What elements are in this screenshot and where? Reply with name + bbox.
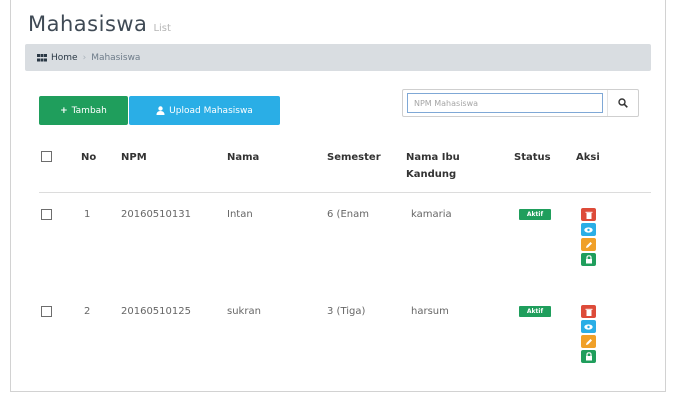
add-button-label: Tambah [71,105,107,116]
col-header-semester: Semester [327,152,381,163]
select-all-checkbox[interactable] [41,151,52,162]
dashboard-grid-icon [37,53,47,61]
cell-nama: Intan [227,209,253,220]
breadcrumb-home-link[interactable]: Home [51,53,78,63]
search-icon [618,98,628,108]
cell-semester: 3 (Tiga) [327,306,366,317]
col-header-nama: Nama [227,152,260,163]
view-button[interactable] [581,320,596,333]
add-button[interactable]: + Tambah [39,96,128,125]
delete-button[interactable] [581,305,596,318]
col-header-aksi: Aksi [576,152,600,163]
search-button[interactable] [607,90,638,116]
delete-button[interactable] [581,208,596,221]
col-header-npm: NPM [121,152,147,163]
row-checkbox[interactable] [41,306,52,317]
lock-icon [585,255,592,264]
eye-icon [584,226,593,233]
eye-icon [584,323,593,330]
status-badge: Aktif [519,209,551,220]
search-input[interactable] [407,93,603,113]
upload-button-label: Upload Mahasiswa [169,105,253,116]
col-header-no: No [81,152,97,163]
col-header-status: Status [514,152,551,163]
plus-icon: + [60,105,68,116]
content-frame: Mahasiswa List Home › Mahasiswa + Tambah … [10,0,666,392]
edit-icon [585,241,592,248]
cell-npm: 20160510125 [121,306,191,317]
cell-nama: sukran [227,306,261,317]
cell-nama-ibu: kamaria [411,209,452,220]
search-box [402,89,639,117]
trash-icon [585,211,592,219]
col-header-kandung: Kandung [406,169,457,180]
edit-button[interactable] [581,335,596,348]
user-upload-icon [156,106,165,115]
header-divider [39,192,651,193]
breadcrumb-current: Mahasiswa [91,52,141,63]
status-badge: Aktif [519,306,551,317]
page-title-text: Mahasiswa [28,12,148,36]
breadcrumb-separator: › [82,52,87,63]
cell-nama-ibu: harsum [411,306,449,317]
lock-icon [585,352,592,361]
cell-no: 2 [84,306,91,317]
lock-button[interactable] [581,253,596,266]
breadcrumb: Home › Mahasiswa [25,44,651,71]
edit-button[interactable] [581,238,596,251]
cell-semester: 6 (Enam [327,209,369,220]
lock-button[interactable] [581,350,596,363]
trash-icon [585,308,592,316]
page-title: Mahasiswa List [28,14,171,35]
cell-npm: 20160510131 [121,209,191,220]
cell-no: 1 [84,209,91,220]
page-subtitle: List [153,23,171,34]
view-button[interactable] [581,223,596,236]
upload-mahasiswa-button[interactable]: Upload Mahasiswa [129,96,280,125]
row-checkbox[interactable] [41,209,52,220]
edit-icon [585,338,592,345]
col-header-nama-ibu: Nama Ibu [406,152,460,163]
